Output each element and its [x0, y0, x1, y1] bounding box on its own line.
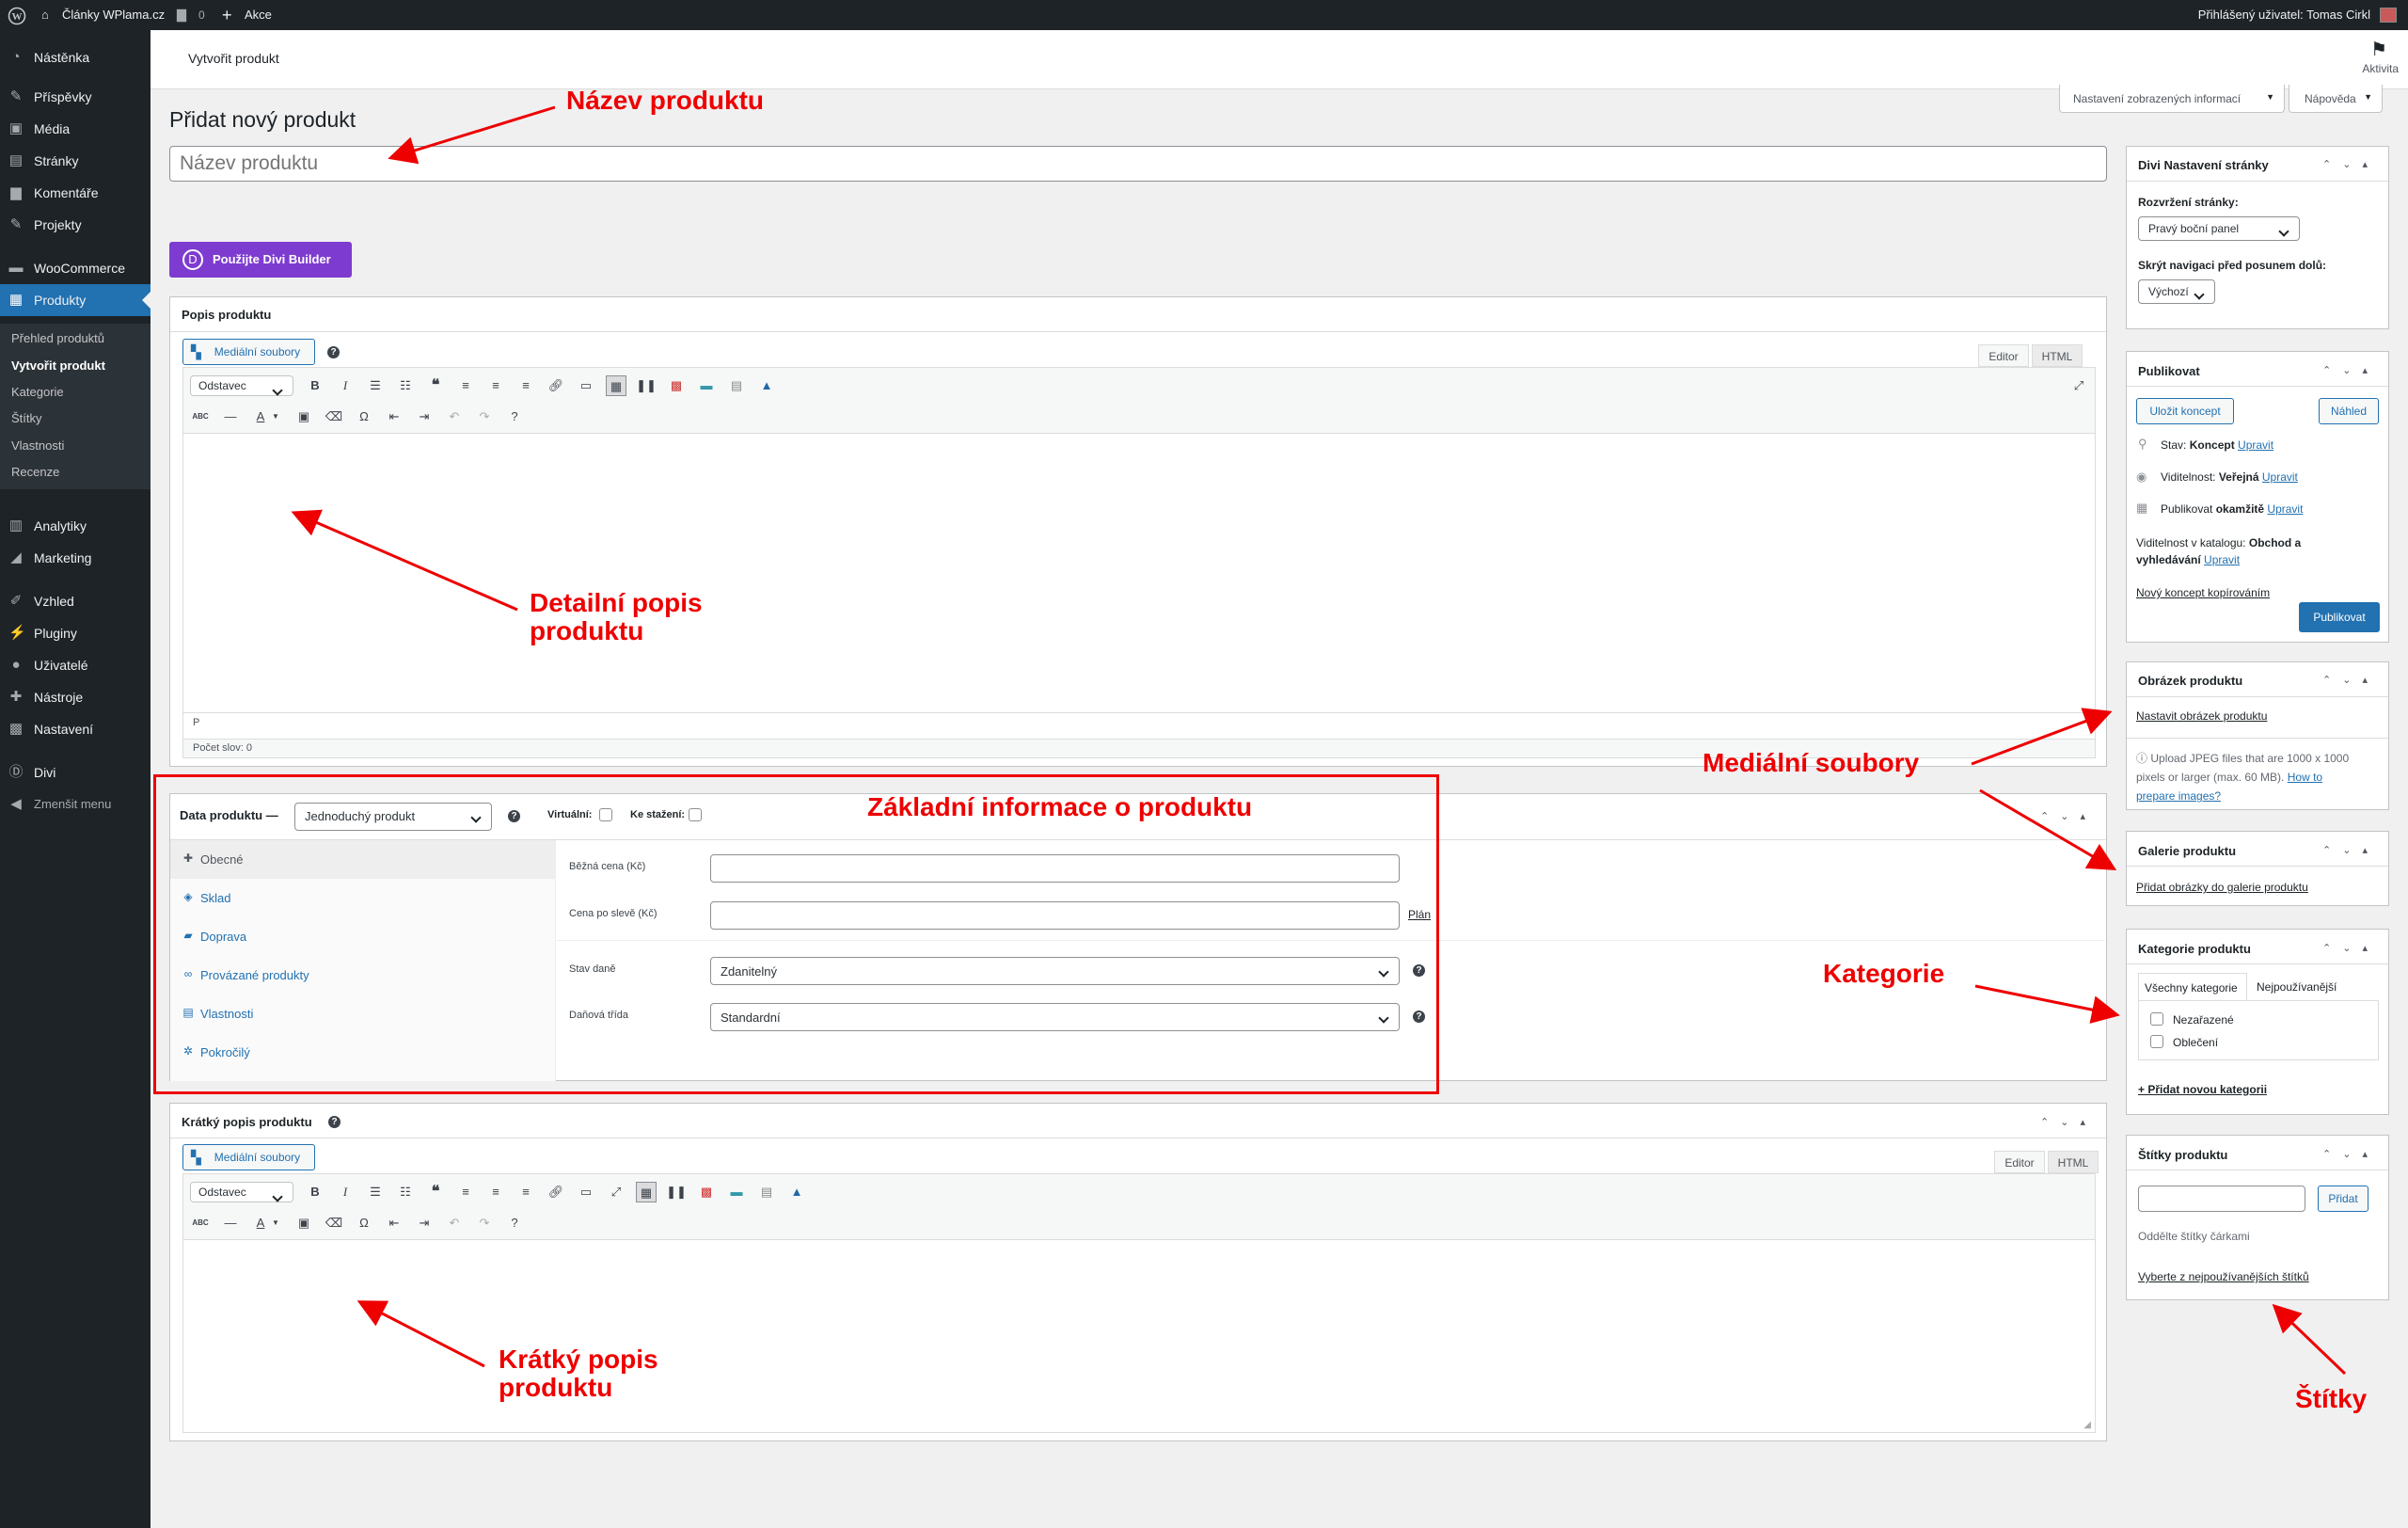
arrow-categories: [1974, 984, 2120, 1024]
arrow-media-gallery: [1979, 788, 2117, 871]
annotation-arrows: [291, 105, 2347, 1376]
arrow-tags: [2272, 1303, 2347, 1376]
arrow-detail-description: [291, 509, 518, 612]
arrow-product-name: [388, 105, 556, 165]
arrow-short-description: [356, 1300, 485, 1368]
arrow-media-image: [1971, 708, 2113, 766]
